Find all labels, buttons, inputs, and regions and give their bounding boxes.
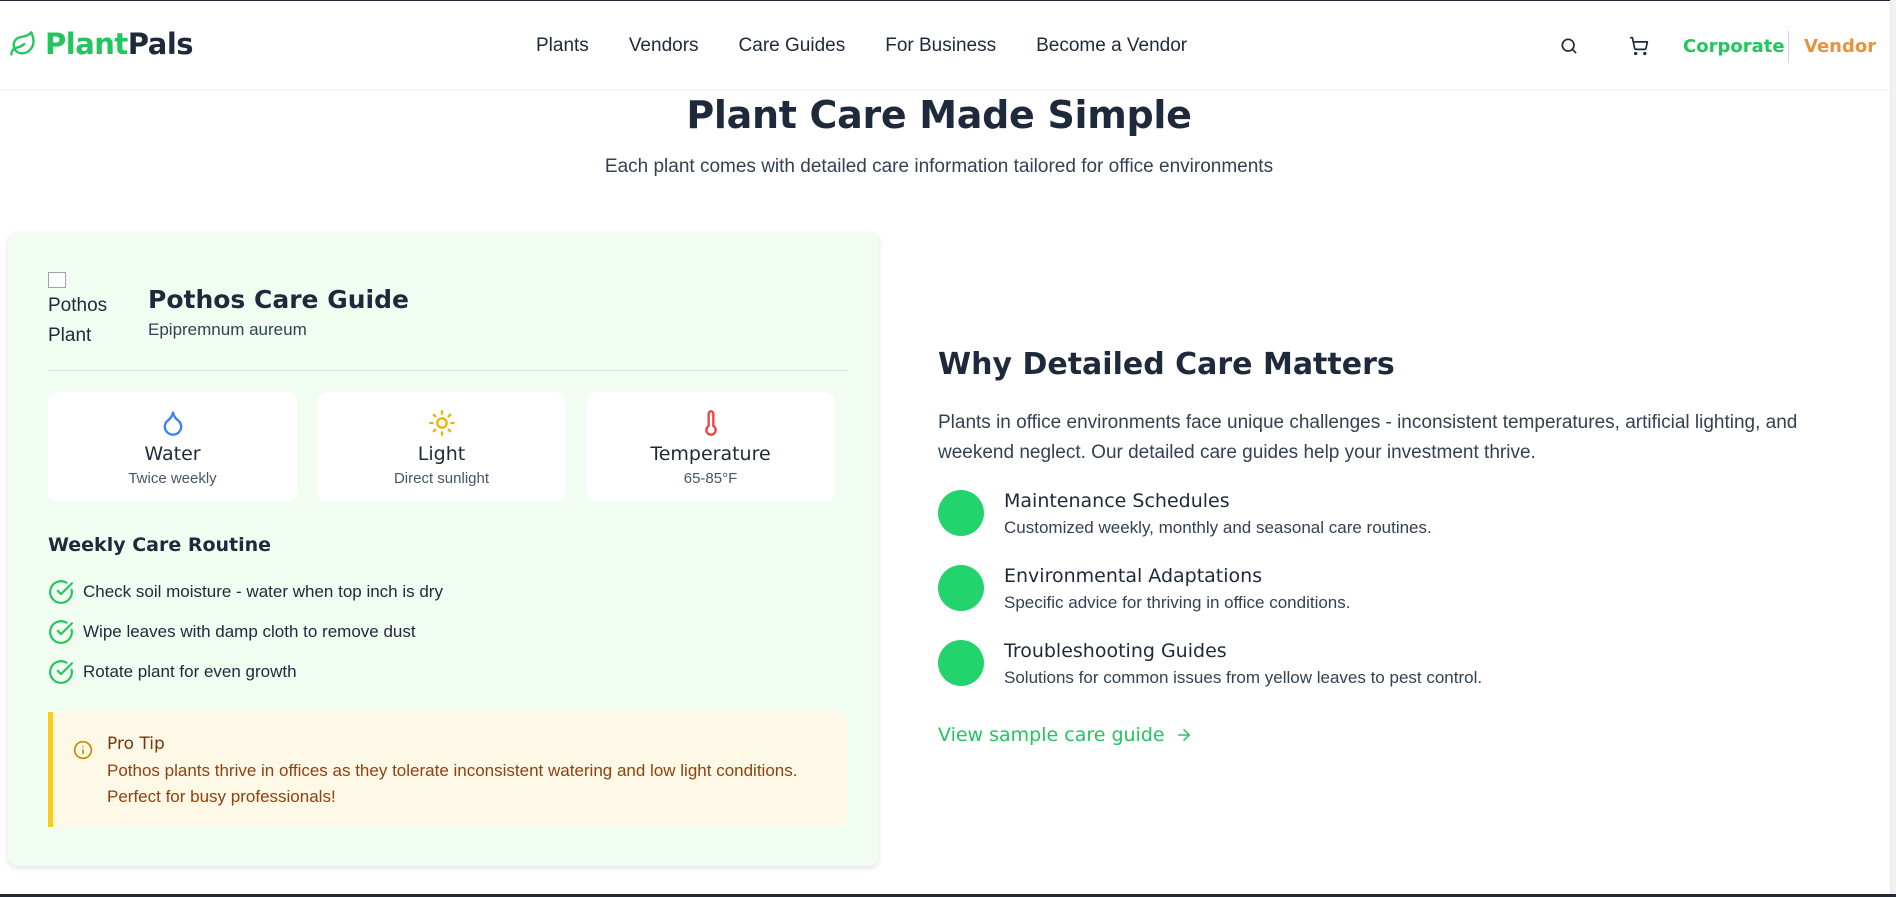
header-divider bbox=[1788, 31, 1789, 63]
view-sample-guide-link[interactable]: View sample care guide bbox=[938, 724, 1193, 746]
leaf-icon bbox=[9, 30, 37, 58]
scientific-name: Epipremnum aureum bbox=[148, 320, 307, 339]
arrow-right-icon bbox=[1177, 729, 1190, 741]
search-icon[interactable] bbox=[1557, 34, 1581, 58]
why-title: Why Detailed Care Matters bbox=[938, 347, 1395, 382]
main-nav: Plants Vendors Care Guides For Business … bbox=[536, 35, 1227, 57]
feature-troubleshooting: Troubleshooting Guides Solutions for com… bbox=[938, 640, 1838, 700]
nav-plants[interactable]: Plants bbox=[536, 35, 589, 57]
care-guide-card: Pothos Plant Pothos Care Guide Epipremnu… bbox=[8, 232, 879, 866]
brand-name: PlantPals bbox=[45, 27, 194, 61]
why-text: Plants in office environments face uniqu… bbox=[938, 412, 1798, 463]
nav-care-guides[interactable]: Care Guides bbox=[739, 35, 846, 57]
nav-become-vendor[interactable]: Become a Vendor bbox=[1036, 35, 1187, 57]
brand-logo[interactable]: PlantPals bbox=[9, 27, 194, 61]
plant-image: Pothos Plant bbox=[48, 272, 118, 348]
info-icon bbox=[73, 740, 93, 760]
feature-desc: Customized weekly, monthly and seasonal … bbox=[1004, 518, 1432, 537]
routine-text: Wipe leaves with damp cloth to remove du… bbox=[83, 622, 416, 641]
routine-list: Check soil moisture - water when top inc… bbox=[48, 572, 443, 692]
feature-dot-icon bbox=[938, 565, 984, 611]
corporate-link[interactable]: Corporate bbox=[1683, 36, 1785, 57]
routine-text: Rotate plant for even growth bbox=[83, 662, 297, 681]
water-drop-icon bbox=[159, 408, 187, 438]
pro-tip-box: Pro Tip Pothos plants thrive in offices … bbox=[48, 712, 847, 827]
feature-environment: Environmental Adaptations Specific advic… bbox=[938, 565, 1838, 625]
list-item: Wipe leaves with damp cloth to remove du… bbox=[48, 612, 443, 652]
routine-text: Check soil moisture - water when top inc… bbox=[83, 582, 443, 601]
feature-title: Troubleshooting Guides bbox=[1004, 640, 1227, 662]
stat-value: Twice weekly bbox=[128, 470, 217, 487]
sample-link-label: View sample care guide bbox=[938, 724, 1165, 746]
care-guide-title: Pothos Care Guide bbox=[148, 285, 409, 314]
stat-value: Direct sunlight bbox=[393, 470, 490, 487]
sun-icon bbox=[428, 408, 456, 438]
vertical-scrollbar[interactable] bbox=[1890, 0, 1896, 894]
stat-label: Light bbox=[417, 443, 466, 465]
stat-temperature: Temperature 65-85°F bbox=[586, 392, 835, 502]
feature-dot-icon bbox=[938, 640, 984, 686]
page-title: Plant Care Made Simple bbox=[686, 93, 1192, 137]
tip-title: Pro Tip bbox=[107, 734, 165, 754]
tip-text: Pothos plants thrive in offices as they … bbox=[107, 761, 798, 806]
nav-vendors[interactable]: Vendors bbox=[629, 35, 699, 57]
thermometer-icon bbox=[697, 408, 725, 438]
list-item: Rotate plant for even growth bbox=[48, 652, 443, 692]
feature-title: Environmental Adaptations bbox=[1004, 565, 1263, 587]
routine-title: Weekly Care Routine bbox=[48, 534, 272, 556]
stat-label: Temperature bbox=[650, 443, 771, 465]
check-circle-icon bbox=[49, 580, 73, 604]
broken-image-icon bbox=[48, 272, 66, 288]
stat-label: Water bbox=[144, 443, 201, 465]
stat-water: Water Twice weekly bbox=[48, 392, 297, 502]
feature-dot-icon bbox=[938, 490, 984, 536]
vendor-link[interactable]: Vendor bbox=[1804, 36, 1876, 57]
stat-light: Light Direct sunlight bbox=[317, 392, 566, 502]
feature-maintenance: Maintenance Schedules Customized weekly,… bbox=[938, 490, 1838, 550]
list-item: Check soil moisture - water when top inc… bbox=[48, 572, 443, 612]
page-subtitle: Each plant comes with detailed care info… bbox=[604, 156, 1274, 177]
check-circle-icon bbox=[49, 620, 73, 644]
card-divider bbox=[48, 370, 847, 371]
feature-desc: Solutions for common issues from yellow … bbox=[1004, 668, 1483, 687]
nav-for-business[interactable]: For Business bbox=[885, 35, 996, 57]
stat-value: 65-85°F bbox=[683, 470, 738, 487]
feature-desc: Specific advice for thriving in office c… bbox=[1004, 593, 1351, 612]
feature-title: Maintenance Schedules bbox=[1004, 490, 1230, 512]
cart-icon[interactable] bbox=[1627, 34, 1651, 58]
site-header: PlantPals Plants Vendors Care Guides For… bbox=[0, 1, 1890, 90]
plant-image-alt: Pothos Plant bbox=[48, 295, 108, 346]
check-circle-icon bbox=[49, 660, 73, 684]
